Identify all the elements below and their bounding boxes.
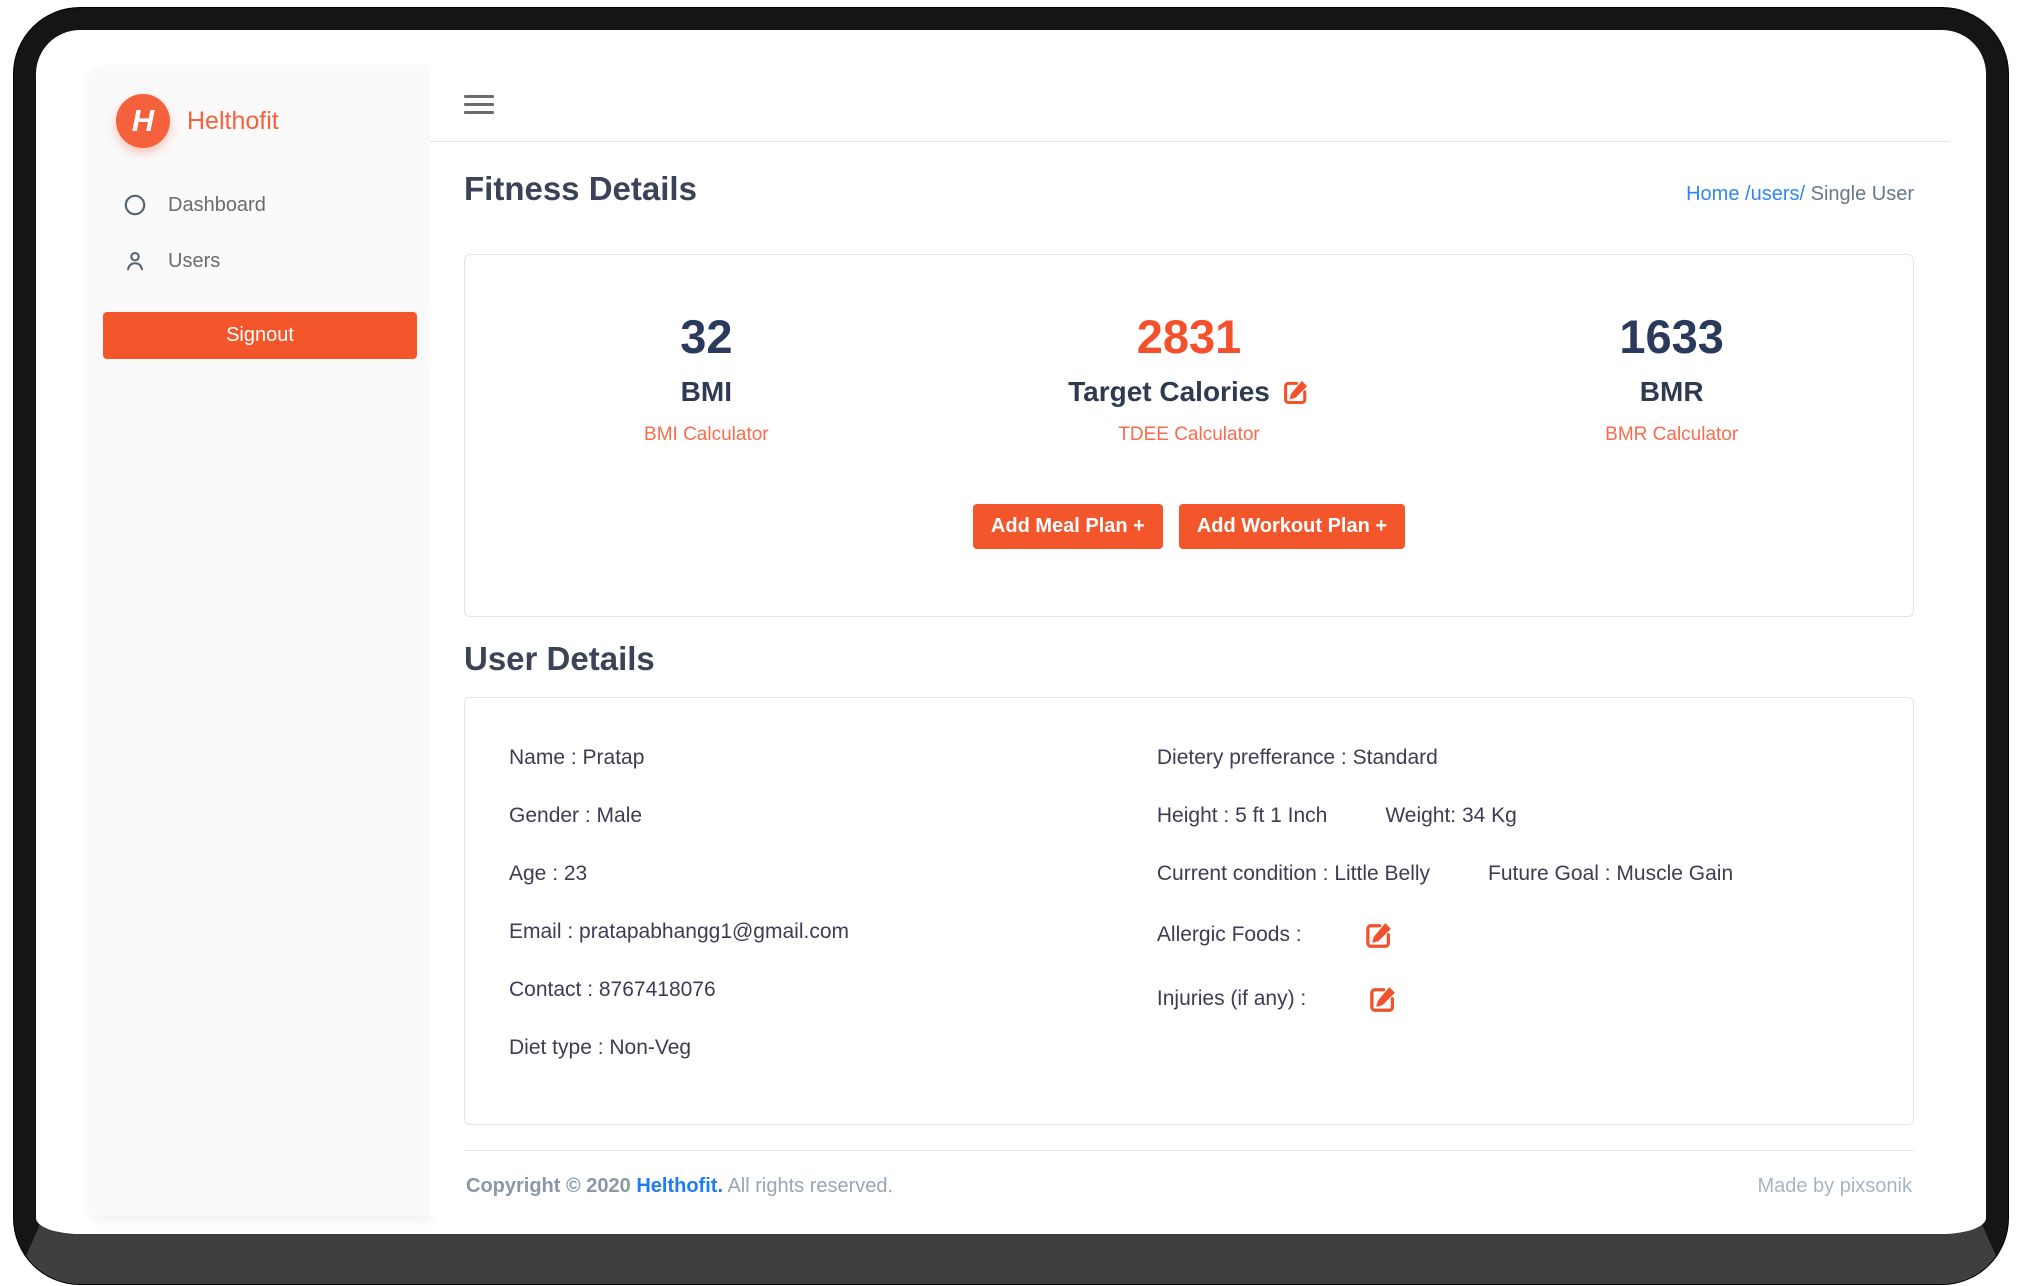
bmi-label: BMI <box>465 376 948 408</box>
bmr-label: BMR <box>1430 376 1913 408</box>
sidebar-item-label: Users <box>168 250 220 273</box>
detail-row-injuries: Injuries (if any) : <box>1157 984 1873 1014</box>
add-workout-plan-button[interactable]: Add Workout Plan + <box>1179 504 1405 549</box>
user-details-card: Name : Pratap Gender : Male Age : 23 Ema… <box>464 697 1914 1125</box>
target-calories-value: 2831 <box>948 309 1431 364</box>
sidebar-item-users[interactable]: Users <box>122 248 430 274</box>
breadcrumb-home-link[interactable]: Home <box>1686 183 1739 205</box>
sidebar-item-dashboard[interactable]: Dashboard <box>122 192 430 218</box>
edit-icon[interactable] <box>1364 920 1394 950</box>
bmr-value: 1633 <box>1430 309 1913 364</box>
screenshot-stage: H Helthofit Dashboard <box>0 0 2021 1286</box>
detail-row-name: Name : Pratap <box>509 746 1157 770</box>
main-panel: Fitness Details Home /users/ Single User <box>430 68 1950 1216</box>
sidebar-nav: Dashboard Users <box>90 192 430 274</box>
edit-icon[interactable] <box>1368 984 1398 1014</box>
stat-bmr: 1633 BMR BMR Calculator <box>1430 309 1913 446</box>
tdee-calculator-link[interactable]: TDEE Calculator <box>948 424 1431 446</box>
add-meal-plan-button[interactable]: Add Meal Plan + <box>973 504 1163 549</box>
detail-row-gender: Gender : Male <box>509 804 1157 828</box>
brand-name: Helthofit <box>187 107 279 136</box>
detail-row-age: Age : 23 <box>509 862 1157 886</box>
bmi-calculator-link[interactable]: BMI Calculator <box>465 424 948 446</box>
detail-row-allergic-foods: Allergic Foods : <box>1157 920 1873 950</box>
edit-icon[interactable] <box>1282 378 1310 406</box>
breadcrumb-current: Single User <box>1811 183 1914 205</box>
detail-row-email: Email : pratapabhangg1@gmail.com <box>509 920 1157 944</box>
device-frame: H Helthofit Dashboard <box>14 8 2008 1284</box>
breadcrumb: Home /users/ Single User <box>1686 183 1914 206</box>
app-window: H Helthofit Dashboard <box>36 30 1986 1234</box>
topbar <box>430 68 1950 142</box>
footer-brand-link[interactable]: Helthofit. <box>636 1175 723 1197</box>
helthofit-logo-icon: H <box>116 94 170 148</box>
bmi-value: 32 <box>465 309 948 364</box>
sidebar: H Helthofit Dashboard <box>90 68 430 1216</box>
signout-button[interactable]: Signout <box>103 312 417 359</box>
copyright-text: Copyright © 2020 Helthofit. All rights r… <box>466 1175 893 1198</box>
bmr-calculator-link[interactable]: BMR Calculator <box>1430 424 1913 446</box>
sidebar-item-label: Dashboard <box>168 194 266 217</box>
user-icon <box>122 248 148 274</box>
circle-icon <box>122 192 148 218</box>
user-details-title: User Details <box>464 640 1914 678</box>
target-calories-label: Target Calories <box>948 376 1431 408</box>
stat-bmi: 32 BMI BMI Calculator <box>465 309 948 446</box>
breadcrumb-users-link[interactable]: /users/ <box>1745 183 1805 205</box>
page-footer: Copyright © 2020 Helthofit. All rights r… <box>464 1150 1914 1218</box>
main-content: Fitness Details Home /users/ Single User <box>430 142 1950 1218</box>
hamburger-icon[interactable] <box>464 95 494 114</box>
fitness-stats-card: 32 BMI BMI Calculator 2831 Targe <box>464 254 1914 617</box>
detail-row-condition-goal: Current condition : Little Belly Future … <box>1157 862 1873 886</box>
stat-target-calories: 2831 Target Calories <box>948 309 1431 446</box>
detail-row-dietary-preference: Dietery prefferance : Standard <box>1157 746 1873 770</box>
credit-text: Made by pixsonik <box>1757 1175 1912 1198</box>
page-title: Fitness Details <box>464 170 697 208</box>
detail-row-height-weight: Height : 5 ft 1 Inch Weight: 34 Kg <box>1157 804 1873 828</box>
detail-row-diet-type: Diet type : Non-Veg <box>509 1036 1157 1060</box>
brand-row: H Helthofit <box>90 68 430 148</box>
detail-row-contact: Contact : 8767418076 <box>509 978 1157 1002</box>
user-details-right-column: Dietery prefferance : Standard Height : … <box>1157 746 1873 1094</box>
user-details-left-column: Name : Pratap Gender : Male Age : 23 Ema… <box>509 746 1157 1094</box>
